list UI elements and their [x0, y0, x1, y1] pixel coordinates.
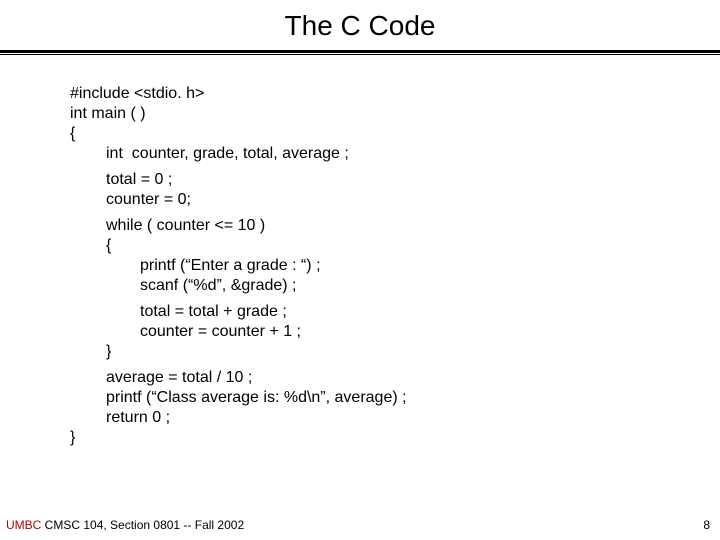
code-line: { [70, 124, 720, 144]
code-line: int counter, grade, total, average ; [70, 144, 720, 164]
title-divider [0, 50, 720, 56]
code-line: printf (“Enter a grade : “) ; [70, 256, 720, 276]
code-line: printf (“Class average is: %d\n”, averag… [70, 388, 720, 408]
code-line: counter = 0; [70, 190, 720, 210]
code-line: #include <stdio. h> [70, 84, 720, 104]
code-line: int main ( ) [70, 104, 720, 124]
code-line: } [70, 342, 720, 362]
code-line: { [70, 236, 720, 256]
footer-umbc: UMBC [6, 518, 41, 532]
code-line: average = total / 10 ; [70, 368, 720, 388]
code-line: } [70, 428, 720, 448]
code-block: #include <stdio. h> int main ( ) { int c… [0, 56, 720, 448]
code-line: counter = counter + 1 ; [70, 322, 720, 342]
code-line: total = 0 ; [70, 170, 720, 190]
footer: UMBC CMSC 104, Section 0801 -- Fall 2002… [6, 518, 710, 532]
code-line: total = total + grade ; [70, 302, 720, 322]
slide-title: The C Code [0, 0, 720, 50]
code-line: while ( counter <= 10 ) [70, 216, 720, 236]
footer-left: UMBC CMSC 104, Section 0801 -- Fall 2002 [6, 518, 244, 532]
page-number: 8 [703, 518, 710, 532]
code-line: scanf (“%d”, &grade) ; [70, 276, 720, 296]
code-line: return 0 ; [70, 408, 720, 428]
footer-course: CMSC 104, Section 0801 -- Fall 2002 [41, 518, 244, 532]
